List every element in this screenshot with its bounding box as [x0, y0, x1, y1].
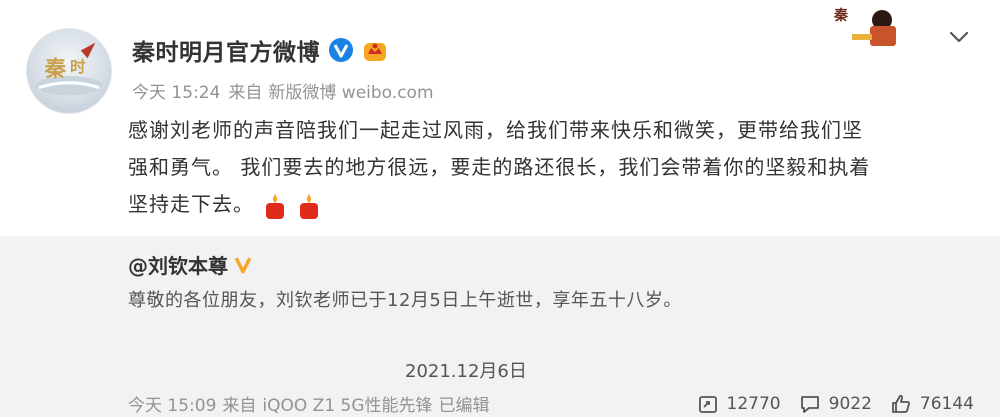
repost-source-prefix: 来自: [222, 396, 257, 416]
repost-footer: 今天 15:09 来自 iQOO Z1 5G性能先锋 已编辑 12770 902…: [128, 390, 1000, 417]
post-text-line-3: 坚持走下去。: [128, 186, 973, 223]
post-source[interactable]: 新版微博 weibo.com: [268, 78, 433, 103]
repost-actions: 12770 9022 76144: [697, 390, 974, 417]
comment-count: 9022: [828, 393, 872, 414]
more-options-button[interactable]: [944, 22, 974, 52]
repost-author[interactable]: @刘钦本尊: [128, 250, 228, 279]
svg-text:秦: 秦: [833, 7, 849, 24]
repost-text: 尊敬的各位朋友，刘钦老师已于12月5日上午逝世，享年五十八岁。: [128, 290, 682, 311]
verified-v-icon: [234, 256, 252, 273]
member-crown-icon[interactable]: [362, 37, 388, 63]
verified-v-icon[interactable]: [328, 37, 354, 63]
repost-icon: [698, 395, 717, 413]
post-source-prefix: 来自: [228, 83, 263, 103]
repost-button[interactable]: 12770: [697, 393, 781, 415]
post-text: 感谢刘老师的声音陪我们一起走过风雨，给我们带来快乐和微笑，更带给我们坚 强和勇气…: [128, 112, 973, 223]
post-text-line: 坚持走下去。: [128, 192, 254, 216]
svg-text:秦: 秦: [44, 57, 67, 82]
weibo-post: 秦 时 秦时明月官方微博 今天 15:24 来自 新版微博 weibo.com …: [0, 0, 1000, 236]
chevron-down-icon: [949, 31, 969, 43]
repost-author-row: @刘钦本尊: [128, 250, 254, 279]
repost-source[interactable]: iQOO Z1 5G性能先锋: [262, 391, 432, 416]
like-button[interactable]: 76144: [890, 393, 974, 415]
like-count: 76144: [919, 393, 974, 414]
like-icon: [892, 394, 910, 413]
edited-label[interactable]: 已编辑: [439, 391, 490, 416]
card-decoration-image: 秦: [832, 0, 912, 50]
comment-icon: [800, 395, 819, 413]
svg-text:时: 时: [70, 57, 86, 76]
avatar-image: 秦 时: [35, 42, 103, 96]
post-text-line: 强和勇气。 我们要去的地方很远，要走的路还很长，我们会带着你的坚毅和执着: [128, 155, 871, 179]
candle-emoji-icon: [297, 192, 321, 220]
post-time: 今天 15:24: [132, 83, 221, 103]
repost-count: 12770: [726, 393, 781, 414]
repost-time: 今天 15:09: [128, 396, 217, 416]
post-meta: 今天 15:24 来自 新版微博 weibo.com: [132, 78, 434, 103]
repost-date: 2021.12月6日: [405, 361, 527, 382]
comment-button[interactable]: 9022: [799, 393, 872, 415]
author-row: 秦时明月官方微博: [132, 32, 388, 68]
author-name[interactable]: 秦时明月官方微博: [132, 33, 320, 67]
repost-meta: 今天 15:09 来自 iQOO Z1 5G性能先锋 已编辑: [128, 391, 490, 416]
author-avatar[interactable]: 秦 时: [26, 28, 112, 114]
candle-emoji-icon: [263, 192, 287, 220]
post-text-line: 感谢刘老师的声音陪我们一起走过风雨，给我们带来快乐和微笑，更带给我们坚: [128, 118, 863, 142]
